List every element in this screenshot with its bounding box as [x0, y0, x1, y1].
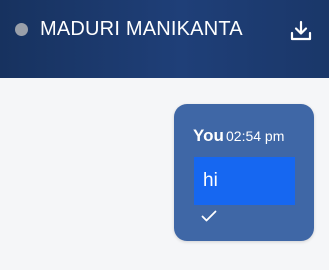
message-text: hi: [203, 170, 218, 191]
presence-status-dot: [15, 23, 28, 36]
download-icon[interactable]: [289, 19, 313, 43]
chat-header: MADURI MANIKANTA: [0, 0, 329, 78]
contact-name: MADURI MANIKANTA: [40, 18, 243, 40]
message-sender: You: [193, 126, 224, 145]
check-icon: [201, 209, 217, 222]
message-timestamp: 02:54 pm: [226, 128, 285, 144]
